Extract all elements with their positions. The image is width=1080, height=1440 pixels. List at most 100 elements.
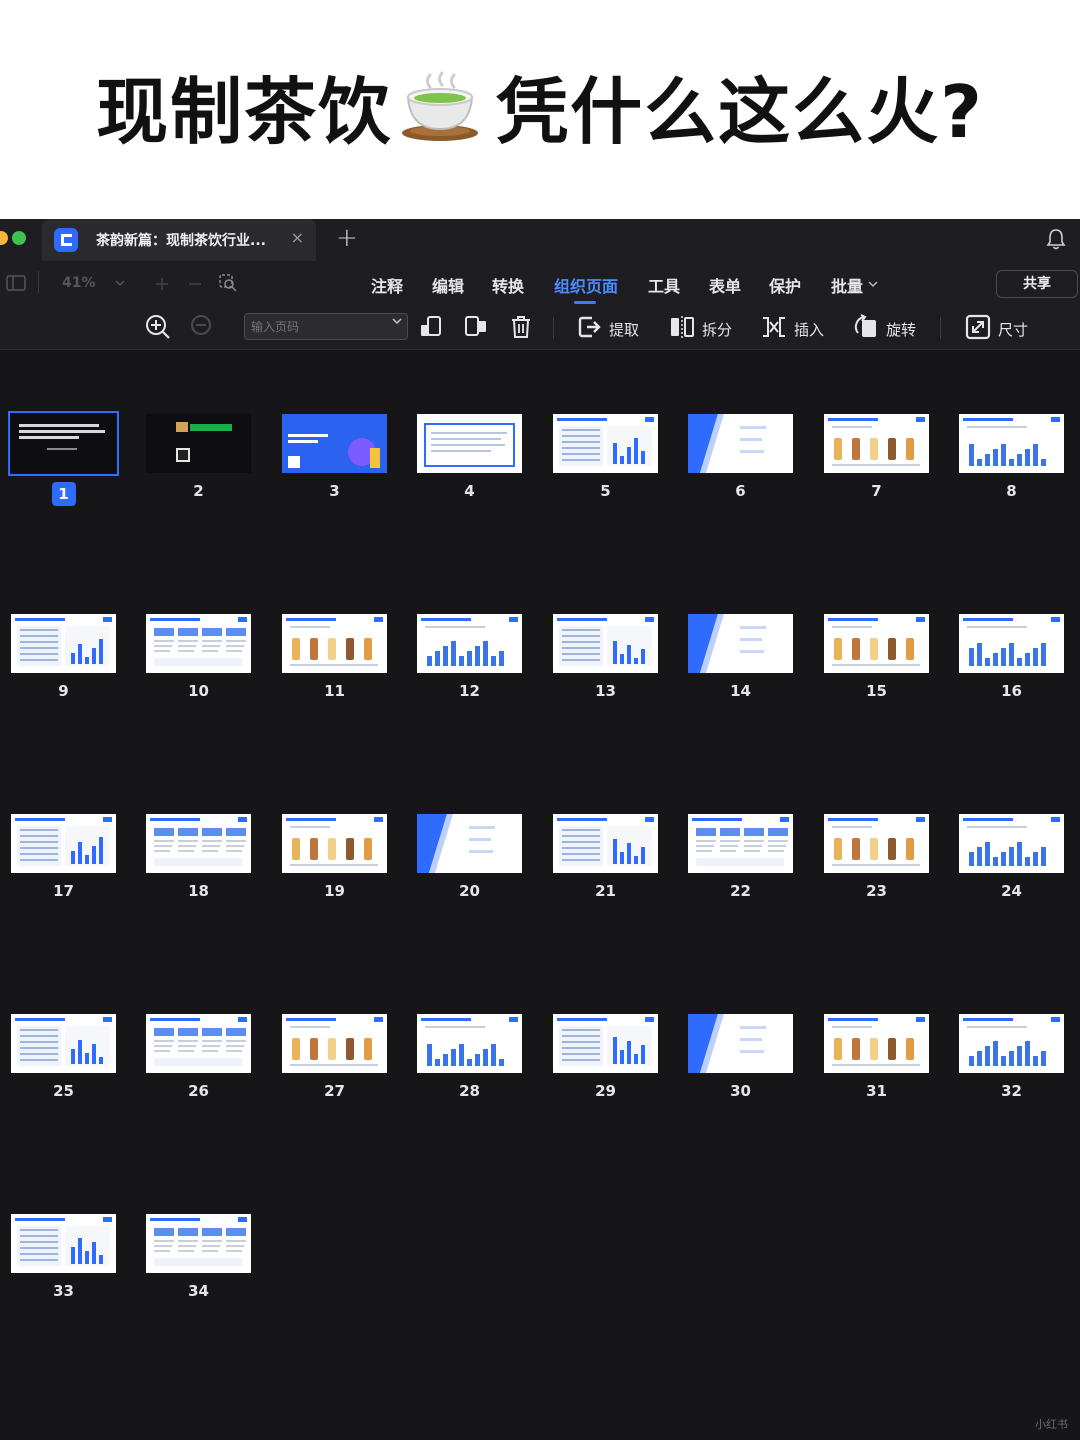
zoom-out-small-icon[interactable] (188, 277, 202, 291)
page-number-label[interactable]: 12 (417, 682, 522, 700)
share-button[interactable]: 共享 (996, 270, 1078, 298)
page-number-label[interactable]: 2 (146, 482, 251, 500)
page-size-icon[interactable] (964, 313, 992, 341)
page-thumbnail[interactable] (11, 1014, 116, 1073)
page-number-label[interactable]: 23 (824, 882, 929, 900)
page-number-label[interactable]: 19 (282, 882, 387, 900)
page-number-label[interactable]: 22 (688, 882, 793, 900)
page-thumbnail[interactable] (282, 1014, 387, 1073)
extract-icon[interactable] (575, 313, 603, 341)
page-number-label[interactable]: 10 (146, 682, 251, 700)
page-thumbnail[interactable] (282, 814, 387, 873)
insert-label[interactable]: 插入 (794, 319, 824, 340)
page-thumbnail[interactable] (688, 614, 793, 673)
page-number-label[interactable]: 11 (282, 682, 387, 700)
menu-item-protect[interactable]: 保护 (769, 273, 801, 297)
insert-icon[interactable] (760, 313, 788, 341)
page-thumbnail[interactable] (824, 614, 929, 673)
page-thumbnail[interactable] (959, 614, 1064, 673)
menu-item-tools[interactable]: 工具 (648, 273, 680, 297)
page-number-label[interactable]: 31 (824, 1082, 929, 1100)
page-thumbnail[interactable] (282, 414, 387, 473)
page-thumbnail[interactable] (824, 814, 929, 873)
page-size-label[interactable]: 尺寸 (998, 319, 1028, 340)
page-thumbnail[interactable] (417, 1014, 522, 1073)
page-thumbnail[interactable] (688, 414, 793, 473)
batch-dropdown-chevron-icon[interactable] (868, 280, 878, 288)
page-number-label[interactable]: 29 (553, 1082, 658, 1100)
page-thumbnail[interactable] (959, 814, 1064, 873)
page-thumbnail[interactable] (688, 1014, 793, 1073)
page-number-label[interactable]: 27 (282, 1082, 387, 1100)
page-number-input[interactable] (244, 313, 408, 340)
page-thumbnail[interactable] (824, 414, 929, 473)
page-thumbnail[interactable] (959, 1014, 1064, 1073)
split-label[interactable]: 拆分 (702, 319, 732, 340)
page-number-label[interactable]: 16 (959, 682, 1064, 700)
page-number-label[interactable]: 32 (959, 1082, 1064, 1100)
page-thumbnail[interactable] (146, 814, 251, 873)
menu-item-convert[interactable]: 转换 (492, 273, 524, 297)
page-number-label[interactable]: 13 (553, 682, 658, 700)
page-number-label[interactable]: 5 (553, 482, 658, 500)
zoom-dropdown-chevron-icon[interactable] (115, 279, 125, 287)
page-thumbnail[interactable] (146, 1214, 251, 1273)
page-number-label[interactable]: 1 (11, 482, 116, 506)
menu-item-forms[interactable]: 表单 (709, 273, 741, 297)
page-number-label[interactable]: 26 (146, 1082, 251, 1100)
fit-page-icon[interactable] (218, 273, 238, 293)
tab-close-icon[interactable]: × (291, 228, 304, 247)
page-number-label[interactable]: 4 (417, 482, 522, 500)
page-number-label[interactable]: 21 (553, 882, 658, 900)
page-thumbnail[interactable] (146, 614, 251, 673)
page-thumbnail[interactable] (146, 1014, 251, 1073)
page-number-label[interactable]: 3 (282, 482, 387, 500)
new-tab-button[interactable]: + (336, 223, 358, 253)
page-number-label[interactable]: 24 (959, 882, 1064, 900)
extract-label[interactable]: 提取 (609, 319, 639, 340)
page-thumbnail[interactable] (282, 614, 387, 673)
page-thumbnail[interactable] (688, 814, 793, 873)
page-number-label[interactable]: 15 (824, 682, 929, 700)
page-number-label[interactable]: 20 (417, 882, 522, 900)
zoom-level[interactable]: 41% (62, 275, 96, 291)
page-number-label[interactable]: 6 (688, 482, 793, 500)
rotate-label[interactable]: 旋转 (886, 319, 916, 340)
document-tab[interactable]: 茶韵新篇：现制茶饮行业... × (42, 219, 316, 261)
rotate-icon[interactable] (852, 313, 880, 341)
page-thumbnail[interactable] (417, 414, 522, 473)
menu-item-edit[interactable]: 编辑 (432, 273, 464, 297)
page-number-label[interactable]: 30 (688, 1082, 793, 1100)
page-number-label[interactable]: 25 (11, 1082, 116, 1100)
page-input-chevron-icon[interactable] (392, 317, 402, 325)
window-minimize-button[interactable] (0, 231, 8, 245)
zoom-in-icon[interactable] (144, 313, 172, 341)
page-thumbnail[interactable] (11, 614, 116, 673)
page-number-label[interactable]: 8 (959, 482, 1064, 500)
page-number-label[interactable]: 33 (11, 1282, 116, 1300)
page-thumbnail[interactable] (146, 414, 251, 473)
page-number-label[interactable]: 34 (146, 1282, 251, 1300)
page-thumbnail[interactable] (11, 1214, 116, 1273)
page-thumbnail[interactable] (553, 814, 658, 873)
window-zoom-button[interactable] (12, 231, 26, 245)
page-thumbnail[interactable] (959, 414, 1064, 473)
zoom-out-icon[interactable] (189, 313, 217, 341)
insert-page-after-icon[interactable] (462, 313, 490, 341)
page-number-label[interactable]: 9 (11, 682, 116, 700)
page-number-label[interactable]: 28 (417, 1082, 522, 1100)
page-number-label[interactable]: 18 (146, 882, 251, 900)
notification-bell-icon[interactable] (1045, 227, 1067, 251)
page-thumbnail[interactable] (553, 414, 658, 473)
split-icon[interactable] (668, 313, 696, 341)
page-thumbnail[interactable] (417, 814, 522, 873)
menu-item-organize-pages[interactable]: 组织页面 (554, 273, 618, 297)
sidebar-toggle-icon[interactable] (6, 275, 26, 291)
page-thumbnail[interactable] (553, 614, 658, 673)
page-thumbnail[interactable] (11, 814, 116, 873)
insert-page-before-icon[interactable] (418, 313, 446, 341)
page-thumbnail[interactable] (824, 1014, 929, 1073)
page-thumbnail[interactable] (553, 1014, 658, 1073)
page-thumbnail[interactable] (8, 411, 119, 476)
menu-item-annotate[interactable]: 注释 (371, 273, 403, 297)
